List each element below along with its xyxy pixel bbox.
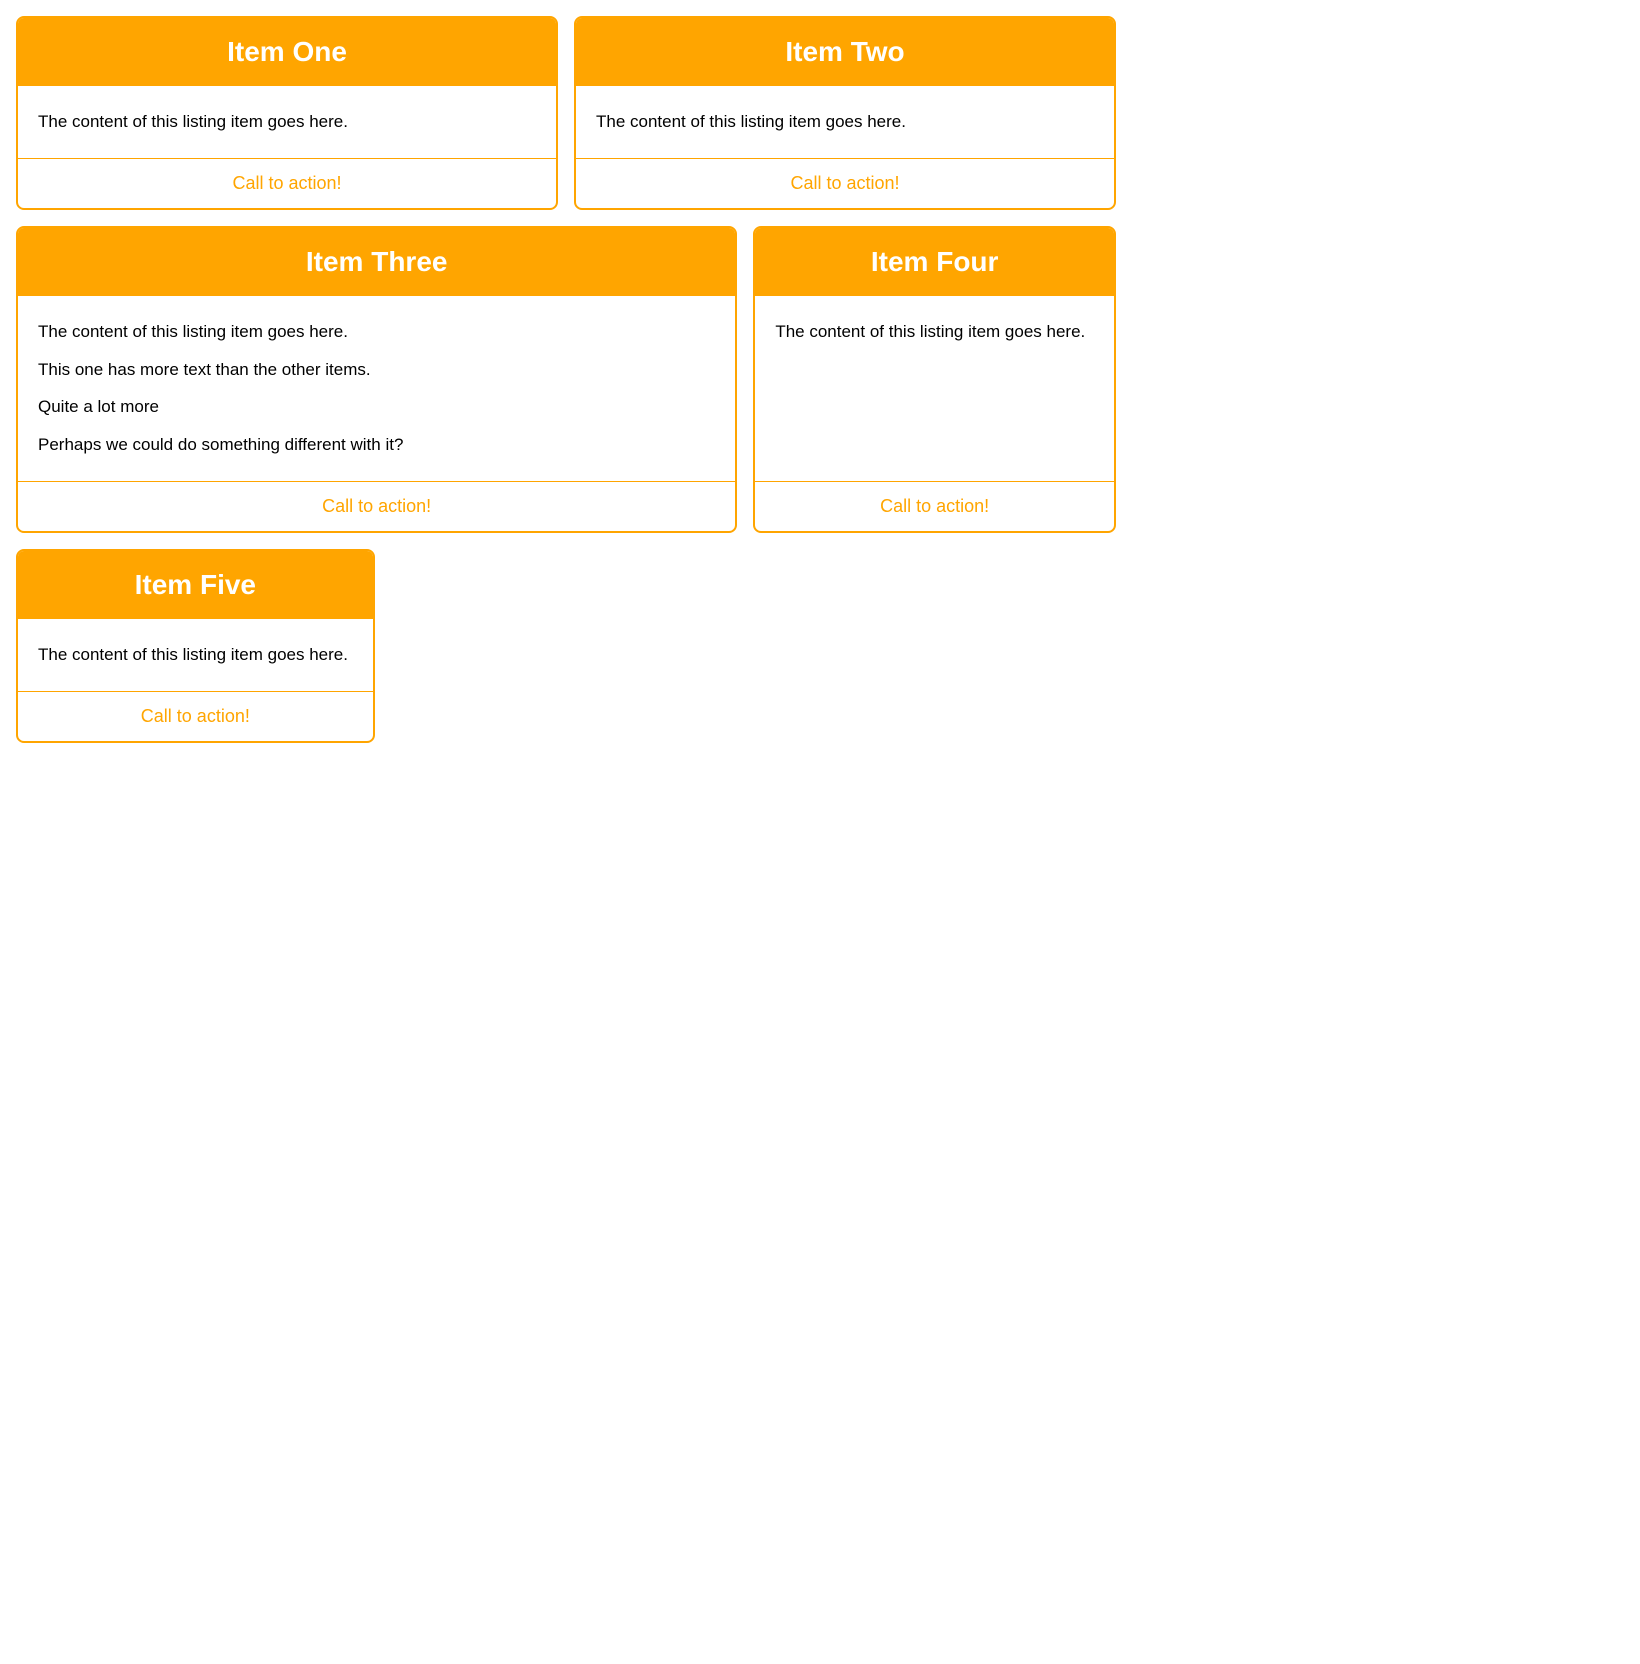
card-grid: Item One The content of this listing ite… [16, 16, 1116, 743]
card-content-item-four-p1: The content of this listing item goes he… [775, 320, 1094, 344]
card-cta-item-four[interactable]: Call to action! [880, 496, 989, 517]
card-cta-item-three[interactable]: Call to action! [322, 496, 431, 517]
card-item-four: Item Four The content of this listing it… [753, 226, 1116, 533]
card-footer-item-five: Call to action! [18, 691, 373, 741]
row-3: Item Five The content of this listing it… [16, 549, 1116, 743]
card-content-item-five-p1: The content of this listing item goes he… [38, 643, 353, 667]
card-title-item-one: Item One [227, 36, 347, 67]
card-content-item-three-p2: This one has more text than the other it… [38, 358, 715, 382]
card-footer-item-one: Call to action! [18, 158, 556, 208]
card-footer-item-four: Call to action! [755, 481, 1114, 531]
card-header-item-four: Item Four [755, 228, 1114, 296]
row-1: Item One The content of this listing ite… [16, 16, 1116, 210]
row-2: Item Three The content of this listing i… [16, 226, 1116, 533]
card-body-item-one: The content of this listing item goes he… [18, 86, 556, 158]
card-footer-item-three: Call to action! [18, 481, 735, 531]
card-header-item-five: Item Five [18, 551, 373, 619]
card-content-item-two-p1: The content of this listing item goes he… [596, 110, 1094, 134]
card-cta-item-five[interactable]: Call to action! [141, 706, 250, 727]
card-title-item-three: Item Three [306, 246, 448, 277]
card-title-item-two: Item Two [785, 36, 904, 67]
card-body-item-two: The content of this listing item goes he… [576, 86, 1114, 158]
card-header-item-one: Item One [18, 18, 556, 86]
card-title-item-four: Item Four [871, 246, 999, 277]
card-item-five: Item Five The content of this listing it… [16, 549, 375, 743]
card-content-item-three-p1: The content of this listing item goes he… [38, 320, 715, 344]
card-cta-item-two[interactable]: Call to action! [790, 173, 899, 194]
card-body-item-three: The content of this listing item goes he… [18, 296, 735, 481]
card-content-item-three-p4: Perhaps we could do something different … [38, 433, 715, 457]
card-footer-item-two: Call to action! [576, 158, 1114, 208]
card-header-item-two: Item Two [576, 18, 1114, 86]
card-cta-item-one[interactable]: Call to action! [232, 173, 341, 194]
card-title-item-five: Item Five [135, 569, 256, 600]
card-body-item-five: The content of this listing item goes he… [18, 619, 373, 691]
card-item-one: Item One The content of this listing ite… [16, 16, 558, 210]
card-header-item-three: Item Three [18, 228, 735, 296]
card-body-item-four: The content of this listing item goes he… [755, 296, 1114, 481]
card-content-item-three-p3: Quite a lot more [38, 395, 715, 419]
card-item-three: Item Three The content of this listing i… [16, 226, 737, 533]
card-item-two: Item Two The content of this listing ite… [574, 16, 1116, 210]
card-content-item-one-p1: The content of this listing item goes he… [38, 110, 536, 134]
